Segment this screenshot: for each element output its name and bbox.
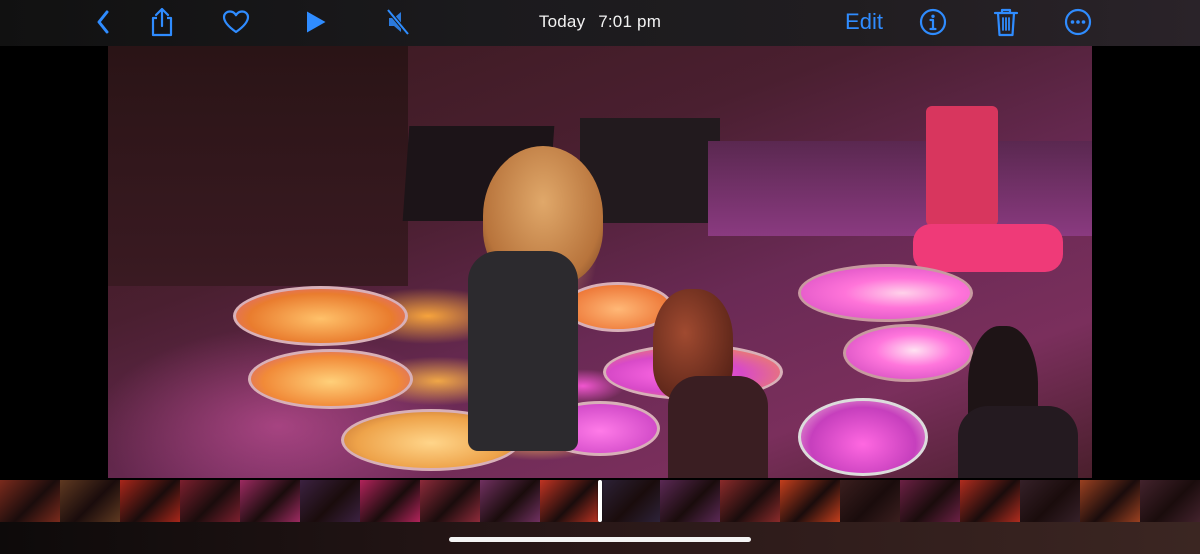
filmstrip-frame[interactable] [600,480,660,522]
filmstrip-frame[interactable] [1080,480,1140,522]
performer-body [668,376,768,478]
platform [708,141,1092,236]
filmstrip-frame[interactable] [720,480,780,522]
edit-label: Edit [845,9,883,34]
filmstrip-frame[interactable] [360,480,420,522]
filmstrip-frame[interactable] [60,480,120,522]
trash-icon [993,8,1019,37]
playhead[interactable] [598,480,602,522]
filmstrip-frame[interactable] [180,480,240,522]
info-icon [919,8,947,36]
info-button[interactable] [919,4,947,40]
filmstrip-frame[interactable] [420,480,480,522]
steel-pan [798,264,973,322]
steel-pan [233,286,408,346]
ellipsis-icon [1064,8,1092,36]
filmstrip-frame[interactable] [1140,480,1200,522]
video-viewer[interactable] [0,46,1200,478]
filmstrip-frame[interactable] [540,480,600,522]
delete-button[interactable] [992,4,1020,40]
filmstrip-frame[interactable] [0,480,60,522]
filmstrip-frame[interactable] [120,480,180,522]
steel-pan [798,398,928,476]
title-day: Today [538,12,586,31]
edit-button[interactable]: Edit [838,4,890,40]
video-frame[interactable] [108,46,1092,478]
title-time: 7:01 pm [598,12,662,31]
more-button[interactable] [1064,4,1092,40]
filmstrip-frame[interactable] [660,480,720,522]
home-indicator[interactable] [449,537,751,542]
filmstrip-frame[interactable] [780,480,840,522]
chair-back [926,106,998,226]
capture-date-title: Today 7:01 pm [0,12,1200,32]
filmstrip-frame[interactable] [960,480,1020,522]
filmstrip-frame[interactable] [1020,480,1080,522]
performer-body [468,251,578,451]
filmstrip-frame[interactable] [300,480,360,522]
filmstrip-frame[interactable] [240,480,300,522]
chair-seat [913,224,1063,272]
performer-body [958,406,1078,478]
top-toolbar: Today 7:01 pm Edit [0,0,1200,46]
filmstrip-frame[interactable] [900,480,960,522]
steel-pan [248,349,413,409]
filmstrip-frame[interactable] [840,480,900,522]
stage-riser [108,46,408,286]
steel-pan [843,324,973,382]
filmstrip-frame[interactable] [480,480,540,522]
